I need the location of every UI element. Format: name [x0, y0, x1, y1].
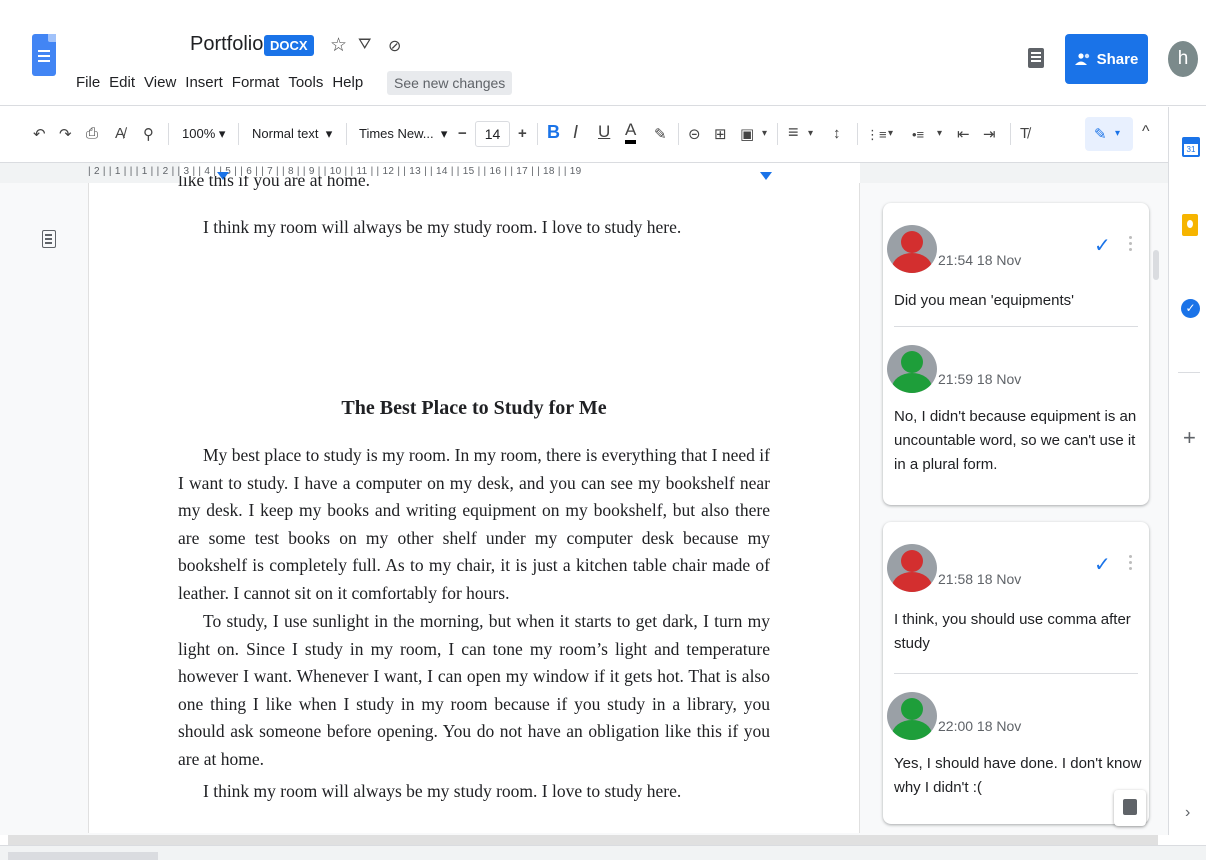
move-to-drive-icon[interactable]: ⛛	[358, 36, 371, 54]
chevron-down-icon[interactable]: ▾	[888, 128, 893, 139]
text-color-button[interactable]: A	[625, 120, 637, 144]
resolve-checkmark-icon[interactable]: ✓	[1094, 233, 1111, 258]
avatar	[887, 692, 937, 740]
tasks-icon[interactable]: ✓	[1181, 299, 1200, 318]
insert-image-icon[interactable]: ▣	[740, 125, 754, 143]
calendar-icon[interactable]: 31	[1182, 137, 1200, 157]
document-status-icon[interactable]: ⊘	[388, 36, 401, 56]
share-label: Share	[1096, 50, 1139, 68]
chevron-down-icon[interactable]: ▾	[937, 128, 942, 139]
add-comment-icon[interactable]: ⊞	[714, 125, 727, 143]
bulleted-list-icon[interactable]: •≡	[912, 127, 924, 142]
font-size-input[interactable]: 14	[475, 121, 510, 147]
paint-format-icon[interactable]: ⚲	[143, 125, 154, 143]
bold-button[interactable]: B	[547, 122, 560, 143]
comment-thread[interactable]: 21:58 18 Nov ✓ I think, you should use c…	[883, 522, 1149, 824]
menu-help[interactable]: Help	[332, 74, 363, 91]
highlight-color-icon[interactable]: ✎	[654, 125, 667, 143]
comment-timestamp: 21:54 18 Nov	[938, 252, 1022, 268]
menu-tools[interactable]: Tools	[288, 74, 323, 91]
see-new-changes-button[interactable]: See new changes	[387, 71, 513, 95]
paragraph: I think my room will always be my study …	[203, 781, 682, 801]
align-icon[interactable]: ≡	[788, 122, 799, 143]
avatar	[887, 225, 937, 273]
menu-edit[interactable]: Edit	[109, 74, 135, 91]
comment-text: Did you mean 'equipments'	[894, 292, 1074, 309]
italic-button[interactable]: I	[573, 122, 578, 143]
clear-formatting-icon[interactable]: T̸	[1020, 125, 1029, 142]
avatar	[887, 345, 937, 393]
comment-text: I think, you should use comma after stud…	[894, 611, 1131, 652]
zoom-select[interactable]: 100% ▾	[182, 126, 225, 142]
star-icon[interactable]: ☆	[330, 34, 347, 57]
keep-icon[interactable]	[1182, 214, 1198, 236]
docs-home-icon[interactable]	[32, 34, 56, 76]
document-outline-icon[interactable]	[42, 230, 56, 248]
decrease-indent-icon[interactable]: ⇤	[957, 125, 970, 143]
redo-icon[interactable]: ↷	[59, 125, 72, 143]
more-options-icon[interactable]	[1129, 555, 1132, 558]
horizontal-scrollbar[interactable]	[8, 835, 1158, 845]
taskbar	[0, 845, 1206, 860]
pencil-icon: ✎	[1094, 126, 1107, 143]
line-spacing-icon[interactable]: ↕	[833, 125, 841, 142]
vertical-scrollbar[interactable]	[1153, 250, 1159, 280]
document-title[interactable]: Portfolio	[190, 33, 263, 56]
comment-text: Yes, I should have done. I don't know wh…	[894, 755, 1142, 796]
menu-bar: File Edit View Insert Format Tools Help	[76, 74, 363, 91]
menu-file[interactable]: File	[76, 74, 100, 91]
docx-badge: DOCX	[264, 35, 314, 56]
style-select[interactable]: Normal text ▾	[252, 126, 332, 142]
hide-menus-chevron-icon[interactable]: ^	[1142, 123, 1150, 141]
menu-view[interactable]: View	[144, 74, 176, 91]
font-select[interactable]: Times New... ▾	[359, 126, 447, 142]
spellcheck-icon[interactable]: A̸	[115, 125, 125, 142]
formatting-toolbar: ↶ ↷ ⎙ A̸ ⚲ 100% ▾ Normal text ▾ Times Ne…	[0, 107, 1168, 163]
comment-text: No, I didn't because equipment is an unc…	[894, 408, 1137, 473]
avatar	[887, 544, 937, 592]
underline-button[interactable]: U	[598, 122, 610, 142]
comment-timestamp: 21:58 18 Nov	[938, 571, 1022, 587]
increase-font-size-button[interactable]: +	[518, 125, 527, 142]
document-heading: The Best Place to Study for Me	[341, 397, 607, 419]
checklist-icon[interactable]: ⋮≡	[866, 127, 887, 143]
menu-format[interactable]: Format	[232, 74, 280, 91]
comment-history-icon[interactable]	[1028, 48, 1044, 68]
insert-link-icon[interactable]: ⊝	[688, 125, 701, 143]
increase-indent-icon[interactable]: ⇥	[983, 125, 996, 143]
resolve-checkmark-icon[interactable]: ✓	[1094, 552, 1111, 577]
share-button[interactable]: Share	[1065, 34, 1148, 84]
explore-icon[interactable]	[1114, 790, 1146, 826]
print-icon[interactable]: ⎙	[86, 125, 98, 142]
paragraph: I think my room will always be my study …	[203, 217, 682, 237]
comment-timestamp: 22:00 18 Nov	[938, 718, 1022, 734]
decrease-font-size-button[interactable]: −	[458, 125, 467, 142]
chevron-down-icon[interactable]: ▾	[762, 128, 767, 139]
account-avatar[interactable]: h	[1168, 41, 1198, 77]
get-addons-icon[interactable]: +	[1183, 425, 1196, 451]
undo-icon[interactable]: ↶	[33, 125, 46, 143]
more-options-icon[interactable]	[1129, 236, 1132, 239]
paragraph: My best place to study is my room. In my…	[178, 445, 770, 603]
menu-insert[interactable]: Insert	[185, 74, 223, 91]
editing-mode-button[interactable]: ✎ ▾	[1085, 117, 1133, 151]
people-icon	[1074, 53, 1089, 65]
comment-timestamp: 21:59 18 Nov	[938, 371, 1022, 387]
paragraph: To study, I use sunlight in the morning,…	[178, 611, 770, 769]
comment-thread[interactable]: 21:54 18 Nov ✓ Did you mean 'equipments'…	[883, 203, 1149, 505]
partial-text-line: like this if you are at home.	[178, 176, 370, 190]
chevron-down-icon: ▾	[1115, 128, 1121, 139]
show-side-panel-chevron-icon[interactable]: ›	[1185, 804, 1190, 822]
chevron-down-icon[interactable]: ▾	[808, 128, 813, 139]
